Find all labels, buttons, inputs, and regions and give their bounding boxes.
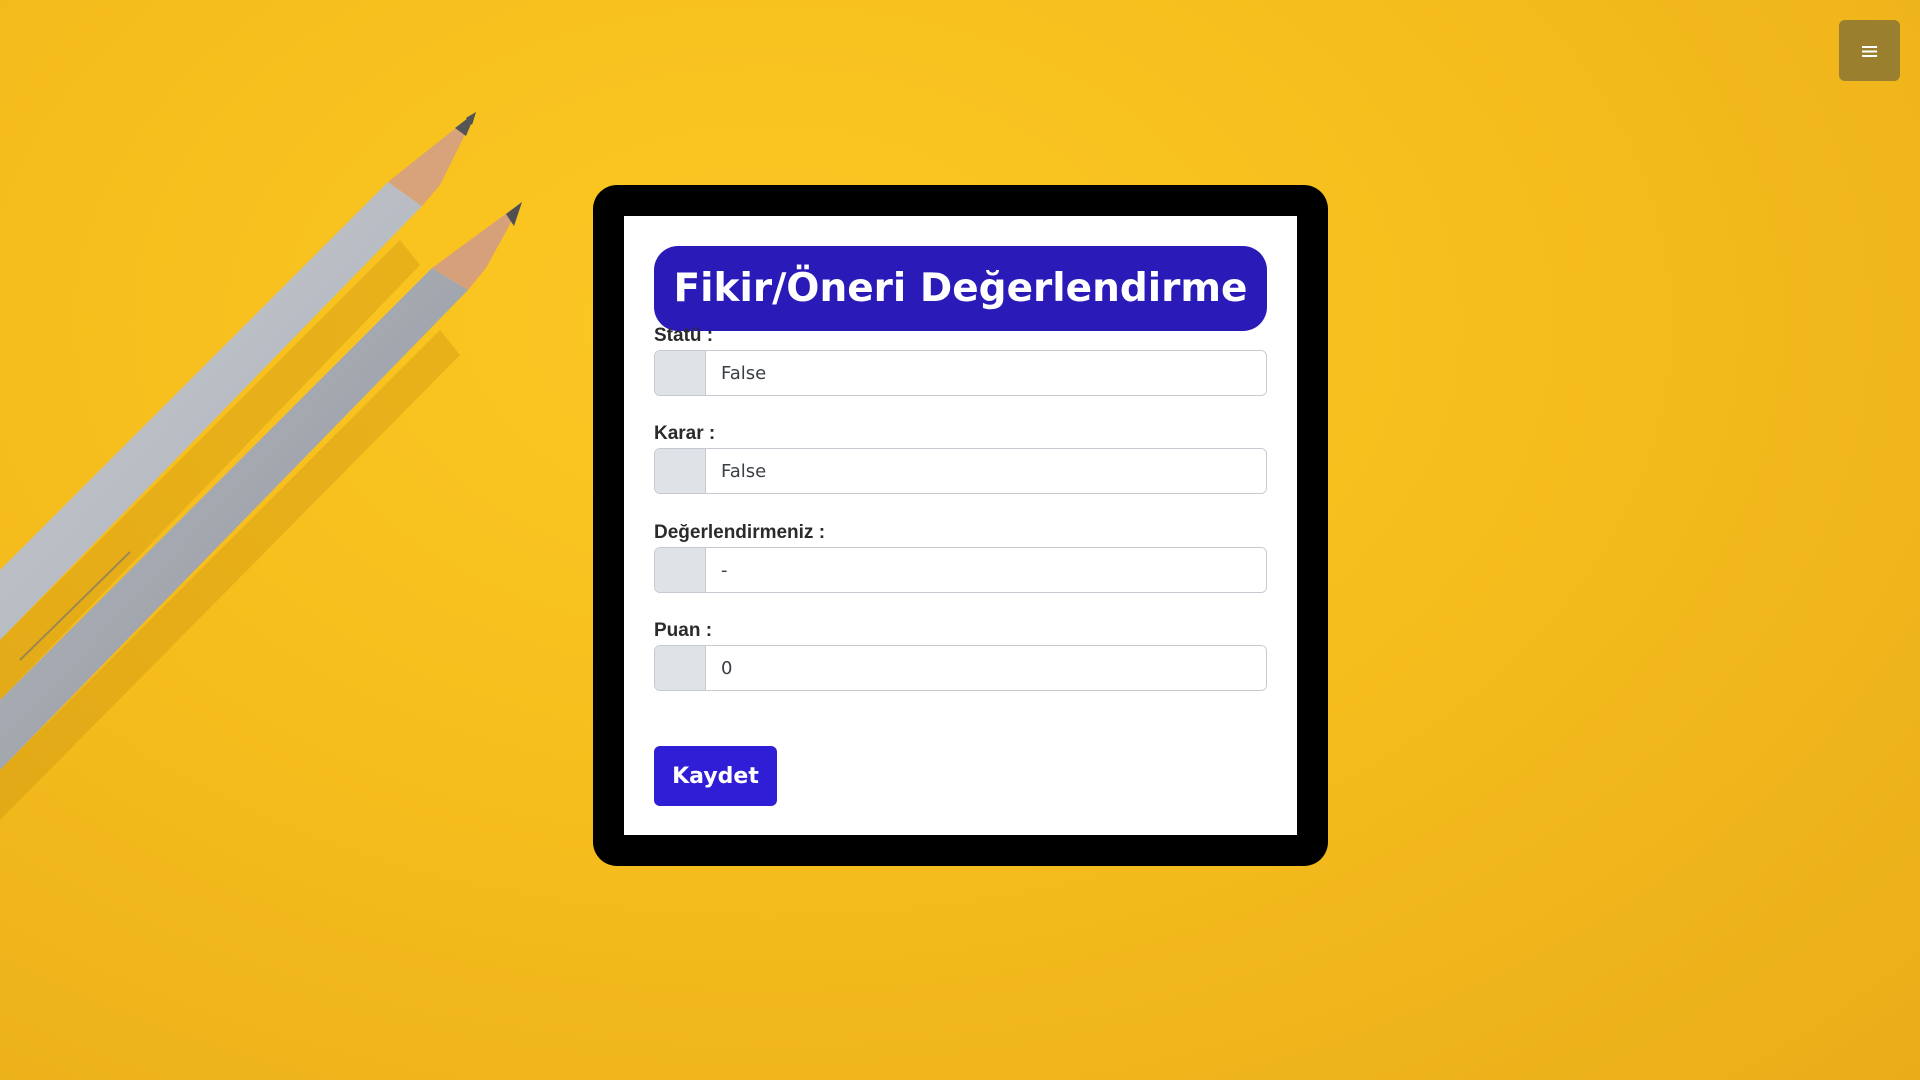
input-group-evaluation: - <box>654 547 1267 593</box>
score-input[interactable]: 0 <box>706 646 1266 690</box>
input-addon-evaluation <box>655 548 706 592</box>
form-frame: Fikir/Öneri Değerlendirme Statü : False … <box>593 185 1328 866</box>
field-evaluation: Değerlendirmeniz : - <box>654 521 1267 593</box>
form-card: Fikir/Öneri Değerlendirme Statü : False … <box>624 216 1297 835</box>
menu-icon: ≡ <box>1859 36 1880 65</box>
field-label-decision: Karar : <box>654 423 716 444</box>
input-group-decision: False <box>654 448 1267 494</box>
field-label-evaluation: Değerlendirmeniz : <box>654 522 826 543</box>
field-score: Puan : 0 <box>654 619 1267 691</box>
save-button[interactable]: Kaydet <box>654 746 777 806</box>
status-input[interactable]: False <box>706 351 1266 395</box>
input-group-status: False <box>654 350 1267 396</box>
field-label-score: Puan : <box>654 620 713 641</box>
field-label-status: Statü : <box>654 325 714 346</box>
input-group-score: 0 <box>654 645 1267 691</box>
field-status: Statü : False <box>654 324 1267 396</box>
evaluation-input[interactable]: - <box>706 548 1266 592</box>
menu-button[interactable]: ≡ <box>1839 20 1900 81</box>
form-title: Fikir/Öneri Değerlendirme <box>654 246 1267 331</box>
decision-input[interactable]: False <box>706 449 1266 493</box>
input-addon-score <box>655 646 706 690</box>
input-addon-status <box>655 351 706 395</box>
pencils-background-image <box>0 112 522 820</box>
field-decision: Karar : False <box>654 422 1267 494</box>
input-addon-decision <box>655 449 706 493</box>
